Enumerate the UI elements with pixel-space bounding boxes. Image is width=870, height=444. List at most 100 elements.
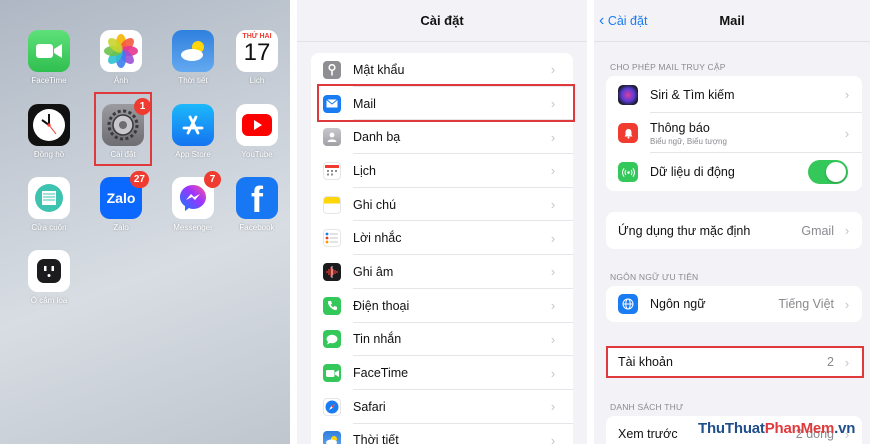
settings-row-voice-memos[interactable]: Ghi âm › — [311, 255, 573, 289]
siri-search-row[interactable]: Siri & Tìm kiếm › — [606, 76, 862, 113]
settings-highlight-box — [94, 92, 152, 166]
row-label: Safari — [353, 399, 386, 414]
app-label: FaceTime — [31, 76, 67, 85]
app-label: Messenger — [173, 223, 213, 232]
shutter-door-icon — [28, 177, 70, 219]
settings-row-passwords[interactable]: Mật khẩu › — [311, 53, 573, 87]
app-clock[interactable]: Đồng hồ — [19, 104, 79, 159]
row-label: Siri & Tìm kiếm — [650, 87, 735, 102]
chevron-right-icon: › — [550, 399, 556, 415]
app-facetime[interactable]: FaceTime — [19, 30, 79, 85]
app-store-icon — [172, 104, 214, 146]
calendar-icon: THỨ HAI 17 — [236, 30, 278, 72]
app-facebook[interactable]: f Facebook — [227, 177, 287, 232]
app-label: Cửa cuốn — [31, 223, 67, 232]
clock-icon — [28, 104, 70, 146]
calendar-icon — [323, 161, 341, 180]
settings-panel: Cài đặt Mật khẩu › Mail › Danh bạ › Lịch… — [297, 0, 587, 444]
zalo-logo-text: Zalo — [106, 190, 136, 206]
language-row[interactable]: Ngôn ngữ Tiếng Việt › — [606, 286, 862, 322]
app-messenger[interactable]: 7 Messenger — [163, 171, 223, 232]
chevron-right-icon: › — [844, 125, 850, 141]
app-power-outlet[interactable]: Ổ cắm loa — [19, 250, 79, 305]
notification-badge: 7 — [204, 171, 221, 188]
chevron-right-icon: › — [550, 129, 556, 145]
mail-row-highlight-box — [317, 84, 575, 122]
settings-row-facetime[interactable]: FaceTime › — [311, 356, 573, 390]
app-youtube[interactable]: YouTube — [227, 104, 287, 159]
row-label: Ứng dụng thư mặc định — [618, 223, 751, 238]
default-mail-app-row[interactable]: Ứng dụng thư mặc định Gmail › — [606, 212, 862, 249]
app-photos[interactable]: Ảnh — [91, 30, 151, 85]
chevron-right-icon: › — [550, 298, 556, 314]
siri-icon — [618, 84, 638, 105]
weather-icon — [323, 431, 341, 444]
power-outlet-icon — [28, 250, 70, 292]
weather-icon — [172, 30, 214, 72]
app-shutter-door[interactable]: Cửa cuốn — [19, 177, 79, 232]
contacts-icon — [323, 128, 341, 147]
chevron-right-icon: › — [550, 331, 556, 347]
chevron-right-icon: › — [550, 62, 556, 78]
row-value: Tiếng Việt — [778, 297, 834, 311]
app-label: Thời tiết — [178, 76, 208, 85]
row-label: Danh bạ — [353, 130, 401, 145]
row-value: Gmail — [801, 223, 834, 238]
notifications-icon — [618, 123, 638, 143]
chevron-right-icon: › — [550, 264, 556, 280]
section-header-language: NGÔN NGỮ ƯU TIÊN — [610, 272, 699, 282]
chevron-left-icon: ‹ — [599, 12, 605, 29]
row-label: Thông báo — [650, 120, 710, 135]
section-header-access: CHO PHÉP MAIL TRUY CẬP — [610, 62, 726, 72]
settings-row-notes[interactable]: Ghi chú › — [311, 188, 573, 222]
settings-row-weather[interactable]: Thời tiết › — [311, 424, 573, 444]
chevron-right-icon: › — [844, 223, 850, 238]
settings-row-reminders[interactable]: Lời nhắc › — [311, 221, 573, 256]
language-group: Ngôn ngữ Tiếng Việt › — [606, 286, 862, 322]
watermark-part: PhanMem — [764, 420, 835, 437]
app-weather[interactable]: Thời tiết — [163, 30, 223, 85]
key-icon — [323, 60, 341, 79]
notifications-row[interactable]: Thông báo Biểu ngữ, Biểu tượng › — [606, 113, 862, 153]
photos-icon — [100, 30, 142, 72]
settings-row-safari[interactable]: Safari › — [311, 390, 573, 424]
app-app-store[interactable]: App Store — [163, 104, 223, 159]
app-label: Zalo — [113, 223, 129, 232]
youtube-icon — [236, 104, 278, 146]
app-label: Lịch — [249, 76, 265, 85]
chevron-right-icon: › — [550, 230, 556, 246]
app-zalo[interactable]: Zalo 27 Zalo — [91, 171, 151, 232]
back-button[interactable]: ‹ Cài đặt — [599, 0, 647, 42]
accounts-highlight-box — [606, 346, 864, 378]
facetime-icon — [323, 364, 341, 383]
facetime-icon — [28, 30, 70, 72]
home-screen: FaceTime Ảnh Thời tiết THỨ HAI 17 Lịch Đ… — [0, 0, 290, 444]
cellular-data-toggle[interactable] — [808, 160, 848, 184]
app-label: Facebook — [239, 223, 275, 232]
row-label: Thời tiết — [353, 433, 399, 444]
facebook-icon: f — [236, 177, 278, 219]
toggle-knob — [826, 162, 846, 182]
settings-row-phone[interactable]: Điện thoại › — [311, 289, 573, 323]
messenger-icon: 7 — [172, 171, 221, 219]
chevron-right-icon: › — [550, 365, 556, 381]
chevron-right-icon: › — [550, 197, 556, 213]
app-label: Đồng hồ — [33, 150, 65, 159]
app-label: App Store — [175, 150, 211, 159]
row-label: Mật khẩu — [353, 62, 405, 77]
back-label: Cài đặt — [607, 14, 648, 28]
app-calendar[interactable]: THỨ HAI 17 Lịch — [227, 30, 287, 85]
app-label: Ổ cắm loa — [30, 296, 68, 305]
row-label: Ghi chú — [353, 197, 397, 212]
row-label: Điện thoại — [353, 298, 410, 313]
chevron-right-icon: › — [550, 432, 556, 444]
settings-row-contacts[interactable]: Danh bạ › — [311, 120, 573, 155]
row-label: FaceTime — [353, 366, 409, 381]
globe-icon — [618, 294, 638, 314]
settings-row-messages[interactable]: Tin nhắn › — [311, 323, 573, 357]
cellular-icon — [618, 162, 638, 182]
row-label: Lịch — [353, 163, 376, 178]
mail-nav-bar: ‹ Cài đặt Mail — [594, 0, 870, 42]
settings-row-calendar[interactable]: Lịch › — [311, 154, 573, 188]
chevron-right-icon: › — [844, 87, 850, 102]
